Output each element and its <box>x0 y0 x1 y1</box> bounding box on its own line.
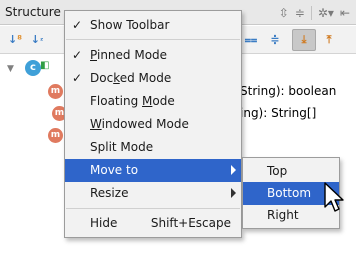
autoscroll-to-source-icon: ⤓ <box>301 33 307 46</box>
sort-alphabetically-icon[interactable]: ↓ᶻ <box>28 32 46 48</box>
menu-item-label: Docked Mode <box>90 71 172 85</box>
menu-item-label: Move to <box>90 163 139 177</box>
submenu-item-top[interactable]: Top <box>243 160 339 183</box>
title-bar-actions: ⇳ ≑ ✲▾ ⇤ <box>279 4 350 21</box>
gear-icon[interactable]: ✲▾ <box>318 6 334 20</box>
check-icon: ✓ <box>72 48 83 62</box>
expand-arrow-icon[interactable]: ▼ <box>7 64 14 74</box>
tool-window-options-menu: ✓ Show Toolbar ✓ Pinned Mode ✓ Docked Mo… <box>64 10 242 238</box>
sort-by-visibility-icon[interactable]: ↓⁸ <box>6 32 24 48</box>
sort-icon[interactable]: ⇳ <box>279 6 289 20</box>
menu-item-windowed-mode[interactable]: Windowed Mode <box>65 113 241 136</box>
expand-all-icon[interactable]: ⩵ <box>242 32 260 48</box>
class-visibility-icon: ◧ <box>40 60 50 71</box>
collapse-icon[interactable]: ≑ <box>295 6 305 20</box>
menu-item-move-to[interactable]: Move to <box>65 159 241 182</box>
menu-item-split-mode[interactable]: Split Mode <box>65 136 241 159</box>
menu-item-label: Windowed Mode <box>90 117 189 131</box>
menu-item-label: Hide <box>90 216 118 230</box>
menu-item-label: Pinned Mode <box>90 48 168 62</box>
menu-item-show-toolbar[interactable]: ✓ Show Toolbar <box>65 14 241 37</box>
autoscroll-from-source-icon[interactable]: ⤒ <box>320 32 338 48</box>
tool-window-title: Structure <box>5 5 61 19</box>
menu-separator <box>66 208 240 209</box>
menu-item-label: Show Toolbar <box>90 18 170 32</box>
menu-item-docked-mode[interactable]: ✓ Docked Mode <box>65 67 241 90</box>
submenu-item-label: Bottom <box>267 186 312 200</box>
menu-item-label: Floating Mode <box>90 94 175 108</box>
submenu-item-label: Right <box>267 208 299 222</box>
tree-member-text[interactable]: ing): String[] <box>240 106 316 120</box>
method-icon: m <box>48 84 63 99</box>
menu-item-resize[interactable]: Resize <box>65 182 241 205</box>
hide-icon[interactable]: ⇤ <box>340 6 350 20</box>
mouse-pointer-icon <box>324 182 344 212</box>
tree-member-text[interactable]: String): boolean <box>240 84 336 98</box>
menu-separator <box>66 39 240 40</box>
menu-item-hide[interactable]: Hide Shift+Escape <box>65 212 241 235</box>
menu-item-shortcut: Shift+Escape <box>150 216 231 230</box>
menu-item-label: Resize <box>90 186 129 200</box>
collapse-all-icon[interactable]: ≑ <box>266 32 284 48</box>
class-icon: c <box>25 60 41 76</box>
check-icon: ✓ <box>72 18 83 32</box>
method-icon: m <box>48 128 63 143</box>
submenu-item-label: Top <box>267 164 288 178</box>
menu-item-floating-mode[interactable]: Floating Mode <box>65 90 241 113</box>
menu-item-pinned-mode[interactable]: ✓ Pinned Mode <box>65 44 241 67</box>
submenu-arrow-icon <box>231 188 236 198</box>
menu-item-label: Split Mode <box>90 140 154 154</box>
check-icon: ✓ <box>72 71 83 85</box>
divider <box>310 5 312 20</box>
submenu-arrow-icon <box>231 165 236 175</box>
autoscroll-to-source-button[interactable]: ⤓ <box>292 29 316 51</box>
